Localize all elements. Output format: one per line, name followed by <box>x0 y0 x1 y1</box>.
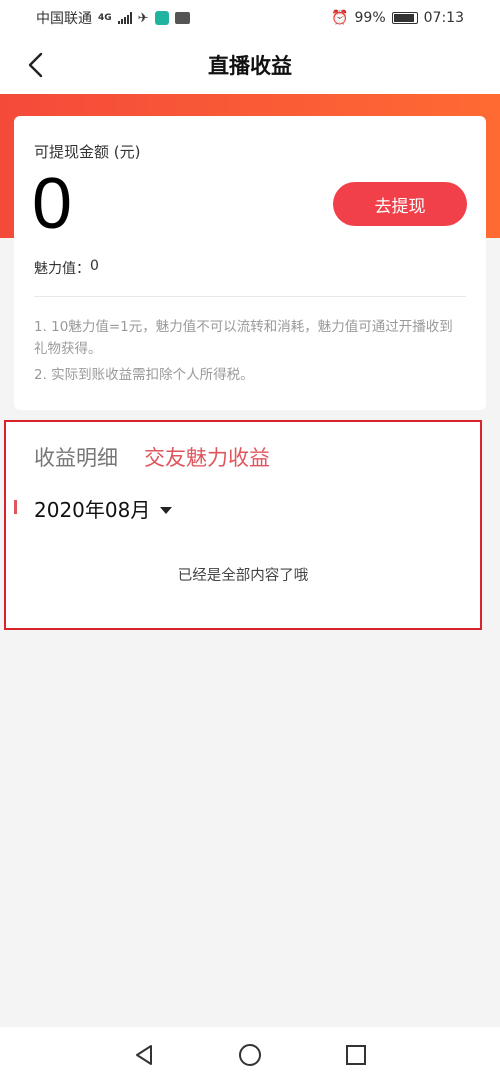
month-label: 2020年08月 <box>34 498 151 522</box>
clock: 07:13 <box>423 10 464 26</box>
detail-tabs: 收益明细 交友魅力收益 <box>34 442 270 472</box>
square-recents-icon <box>346 1045 366 1065</box>
chevron-left-icon <box>28 52 43 78</box>
system-nav-bar <box>0 1027 500 1083</box>
balance-value: 0 <box>32 164 73 244</box>
tab-income-detail[interactable]: 收益明细 <box>34 442 118 472</box>
balance-card: 可提现金额 (元) 0 去提现 魅力值： 0 1. 10魅力值=1元，魅力值不可… <box>14 116 486 410</box>
status-left: 中国联通 4G ✈ <box>36 8 190 28</box>
system-home-button[interactable] <box>232 1037 268 1073</box>
network-type: 4G <box>98 13 112 23</box>
note-item: 2. 实际到账收益需扣除个人所得税。 <box>34 367 254 383</box>
divider <box>34 296 466 297</box>
app-notification-icon: ✈ <box>137 10 149 26</box>
carrier-name: 中国联通 <box>36 11 92 27</box>
tab-social-charm-income[interactable]: 交友魅力收益 <box>144 442 270 472</box>
income-detail-section: 收益明细 交友魅力收益 2020年08月 已经是全部内容了哦 <box>4 420 482 630</box>
signal-icon <box>117 12 132 24</box>
end-of-list-message: 已经是全部内容了哦 <box>177 568 309 584</box>
charm-value: 0 <box>90 258 99 274</box>
charm-row: 魅力值： 0 <box>34 258 99 278</box>
circle-home-icon <box>239 1044 261 1066</box>
briefcase-icon <box>174 12 190 24</box>
system-back-button[interactable] <box>126 1037 162 1073</box>
note-item: 1. 10魅力值=1元，魅力值不可以流转和消耗，魅力值可通过开播收到礼物获得。 <box>34 319 453 357</box>
caret-down-icon <box>160 506 173 514</box>
system-recents-button[interactable] <box>338 1037 374 1073</box>
withdraw-button[interactable]: 去提现 <box>333 182 467 226</box>
battery-percent: 99% <box>354 10 386 26</box>
nav-bar: 直播收益 <box>0 36 500 94</box>
status-bar: 中国联通 4G ✈ ⏰ 99% 07:13 <box>0 0 500 36</box>
back-button[interactable] <box>20 50 50 80</box>
balance-label: 可提现金额 (元) <box>34 143 141 161</box>
charm-label: 魅力值： <box>34 261 90 277</box>
page-title: 直播收益 <box>208 54 292 78</box>
rules-notes: 1. 10魅力值=1元，魅力值不可以流转和消耗，魅力值可通过开播收到礼物获得。 … <box>34 316 466 390</box>
status-right: ⏰ 99% 07:13 <box>331 10 464 26</box>
triangle-back-icon <box>136 1045 152 1065</box>
battery-icon <box>391 12 418 24</box>
alarm-icon: ⏰ <box>331 10 349 26</box>
shield-icon <box>154 11 169 25</box>
month-marker <box>14 500 17 514</box>
month-picker[interactable]: 2020年08月 <box>34 494 173 523</box>
